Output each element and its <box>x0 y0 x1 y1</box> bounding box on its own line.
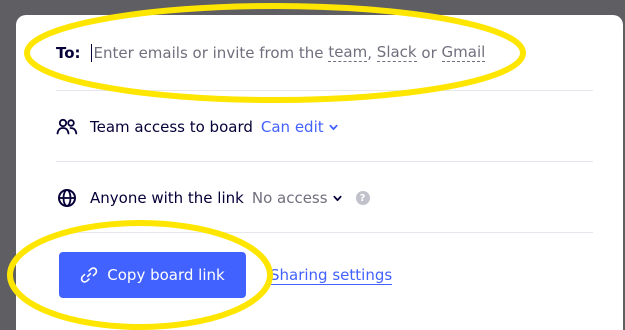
invite-gmail-link[interactable]: Gmail <box>441 43 486 62</box>
copy-board-link-button[interactable]: Copy board link <box>59 252 246 298</box>
invite-input[interactable]: Enter emails or invite from the team, Sl… <box>90 43 486 62</box>
team-access-label: Team access to board <box>90 118 253 136</box>
link-access-row: Anyone with the link No access ? <box>56 187 593 209</box>
invite-row: To: Enter emails or invite from the team… <box>56 43 593 62</box>
invite-placeholder-prefix: Enter emails or invite from the <box>93 43 324 62</box>
link-access-label: Anyone with the link <box>90 189 244 207</box>
divider <box>56 161 593 162</box>
invite-slack-link[interactable]: Slack <box>376 43 417 62</box>
team-icon <box>56 116 78 138</box>
copy-board-link-label: Copy board link <box>107 266 225 284</box>
team-access-value: Can edit <box>260 118 324 136</box>
team-access-dropdown[interactable]: Can edit <box>261 118 338 136</box>
globe-icon <box>56 187 78 209</box>
divider <box>56 90 593 91</box>
link-icon <box>80 266 98 284</box>
chevron-down-icon <box>329 124 338 130</box>
link-access-value: No access <box>251 189 328 207</box>
invite-team-link[interactable]: team <box>328 43 368 62</box>
sharing-settings-link[interactable]: Sharing settings <box>270 266 393 285</box>
text-caret <box>90 43 92 62</box>
link-access-dropdown[interactable]: No access <box>252 189 342 207</box>
invite-or: or <box>421 43 437 62</box>
divider <box>56 232 593 233</box>
help-icon[interactable]: ? <box>355 191 370 205</box>
to-label: To: <box>56 43 81 62</box>
invite-comma: , <box>367 43 373 62</box>
team-access-row: Team access to board Can edit <box>56 116 593 138</box>
chevron-down-icon <box>333 195 342 201</box>
